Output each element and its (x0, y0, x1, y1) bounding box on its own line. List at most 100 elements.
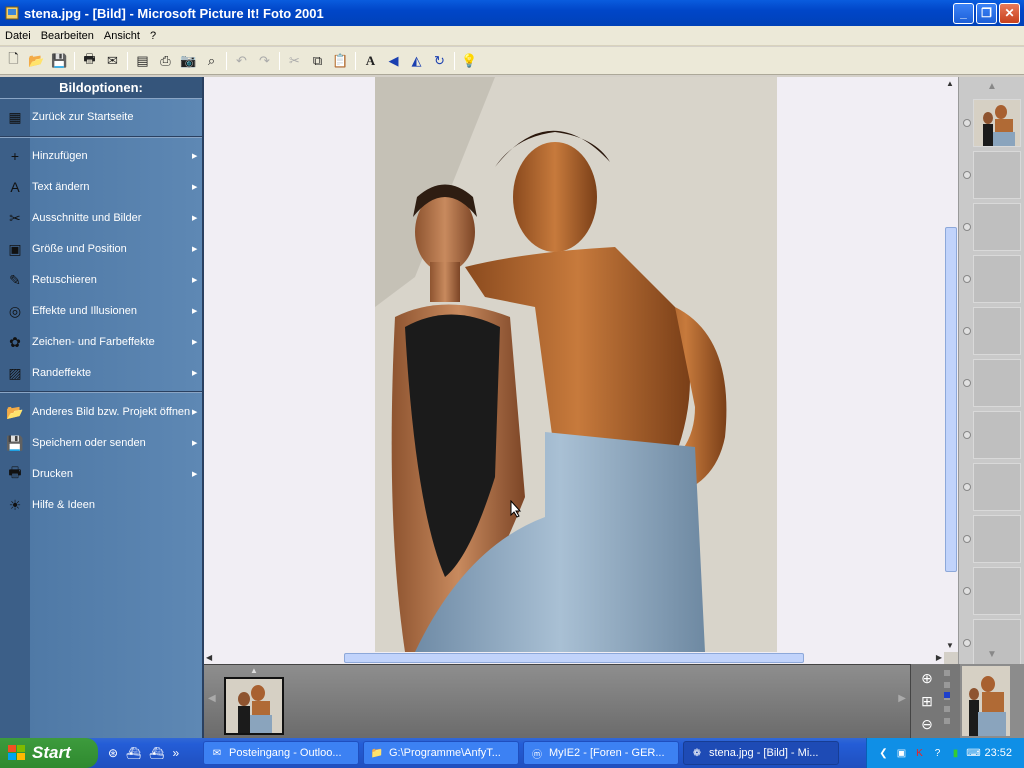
sidebar-item-drucken[interactable]: 🖶 Drucken ▶ (0, 461, 202, 487)
sidebar-item-speichern-oder-senden[interactable]: 💾 Speichern oder senden ▶ (0, 430, 202, 456)
zoom-in-icon[interactable]: ⊕ (914, 668, 940, 688)
redo-icon[interactable]: ↷ (253, 50, 276, 72)
vertical-scroll-thumb[interactable] (945, 227, 957, 572)
taskbar-button-3[interactable]: ⓜ MyIE2 - [Foren - GER... (523, 741, 679, 765)
tray-thumbnail[interactable] (973, 99, 1021, 147)
scroll-up-icon[interactable]: ▲ (946, 79, 954, 88)
undo-icon[interactable]: ↶ (230, 50, 253, 72)
quicklaunch-ship-icon[interactable]: ⛴ (126, 746, 141, 760)
taskbar-button-1[interactable]: ✉ Posteingang - Outloo... (203, 741, 359, 765)
tray-slot-radio[interactable] (963, 327, 971, 335)
tray-network-icon[interactable]: ▣ (894, 746, 908, 760)
start-button[interactable]: Start (0, 738, 98, 768)
filmstrip-thumbnail[interactable] (224, 677, 284, 735)
tray-antivirus-icon[interactable]: K (912, 746, 926, 760)
taskbar-button-4[interactable]: ❁ stena.jpg - [Bild] - Mi... (683, 741, 839, 765)
navigator-preview[interactable] (960, 664, 1024, 738)
tray-slot-radio[interactable] (963, 223, 971, 231)
film-right-icon[interactable]: ▶ (898, 693, 906, 704)
scroll-down-icon[interactable]: ▼ (946, 641, 954, 650)
taskbar-button-2[interactable]: 📁 G:\Programme\AnfyT... (363, 741, 519, 765)
sidebar-item-hilfe-ideen[interactable]: ☀ Hilfe & Ideen (0, 492, 202, 518)
photo-image[interactable] (375, 77, 777, 652)
sidebar-item-hinzufügen[interactable]: + Hinzufügen ▶ (0, 143, 202, 169)
tray-slot[interactable] (973, 151, 1021, 199)
tray-slot[interactable] (973, 359, 1021, 407)
minimize-button[interactable]: _ (953, 2, 974, 24)
tray-keyboard-icon[interactable]: ⌨ (966, 746, 980, 760)
menu-ansicht[interactable]: Ansicht (99, 30, 145, 42)
quicklaunch-app-icon[interactable]: ⊛ (108, 746, 118, 760)
tray-slot[interactable] (973, 619, 1021, 667)
tray-slot[interactable] (973, 307, 1021, 355)
idea-icon[interactable]: 💡 (458, 50, 481, 72)
windows-logo-icon (8, 745, 25, 760)
photo-icon[interactable]: ▤ (131, 50, 154, 72)
refresh-icon[interactable]: ↻ (428, 50, 451, 72)
tray-help-icon[interactable]: ? (930, 746, 944, 760)
close-button[interactable]: ✕ (999, 2, 1020, 24)
mail-icon[interactable]: ✉ (101, 50, 124, 72)
restore-button[interactable]: ❐ (976, 2, 997, 24)
tray-slot[interactable] (973, 255, 1021, 303)
flip-icon[interactable]: ◭ (405, 50, 428, 72)
cut-icon[interactable]: ✂ (283, 50, 306, 72)
sidebar-item-größe-und-position[interactable]: ▣ Größe und Position ▶ (0, 236, 202, 262)
zoom-out-icon[interactable]: ⊖ (914, 714, 940, 734)
tray-arrow-icon[interactable]: ❮ (876, 746, 890, 760)
quicklaunch-more-icon[interactable]: » (173, 746, 180, 760)
sidebar-item-effekte-und-illusionen[interactable]: ◎ Effekte und Illusionen ▶ (0, 298, 202, 324)
scanner-icon[interactable]: ⎙ (154, 50, 177, 72)
tray-slot[interactable] (973, 203, 1021, 251)
text-icon[interactable]: A (359, 50, 382, 72)
sidebar-item-text-ändern[interactable]: A Text ändern ▶ (0, 174, 202, 200)
scroll-left-icon[interactable]: ◀ (206, 653, 212, 662)
horizontal-scrollbar[interactable]: ◀ ▶ (204, 652, 944, 664)
menu-help[interactable]: ? (145, 30, 161, 42)
tray-slot-radio[interactable] (963, 639, 971, 647)
sidebar-item-zeichen-und-farbeffekte[interactable]: ✿ Zeichen- und Farbeffekte ▶ (0, 329, 202, 355)
tray-up-icon[interactable]: ▲ (987, 81, 997, 92)
open-icon[interactable]: 📂 (25, 50, 48, 72)
quicklaunch-ship2-icon[interactable]: ⛴ (149, 746, 164, 760)
print-icon[interactable]: 🖶 (78, 50, 101, 72)
save-icon[interactable]: 💾 (48, 50, 71, 72)
film-left-icon[interactable]: ◀ (208, 693, 216, 704)
sidebar-item-zurück-zur-startseite[interactable]: ▦ Zurück zur Startseite (0, 104, 202, 130)
camera-icon[interactable]: 📷 (177, 50, 200, 72)
sidebar-item-retuschieren[interactable]: ✎ Retuschieren ▶ (0, 267, 202, 293)
tray-slot-radio[interactable] (963, 535, 971, 543)
tray-down-icon[interactable]: ▼ (987, 649, 997, 660)
tray-chart-icon[interactable]: ▮ (948, 746, 962, 760)
tray-slot[interactable] (973, 463, 1021, 511)
tray-slot[interactable] (973, 567, 1021, 615)
acquire-icon[interactable]: ⌕ (200, 50, 223, 72)
tray-slot-radio[interactable] (963, 171, 971, 179)
zoom-slider-thumb[interactable] (944, 692, 950, 698)
menu-datei[interactable]: Datei (0, 30, 36, 42)
new-icon[interactable]: 🗋 (2, 50, 25, 72)
tray-slot[interactable] (973, 411, 1021, 459)
tray-slot[interactable] (973, 515, 1021, 563)
sidebar-item-anderes-bild-bzw-projekt-öffnen[interactable]: 📂 Anderes Bild bzw. Projekt öffnen ▶ (0, 399, 202, 425)
copy-icon[interactable]: ⧉ (306, 50, 329, 72)
vertical-scrollbar[interactable]: ▲ ▼ (944, 77, 958, 652)
app-icon[interactable] (4, 5, 20, 21)
sidebar-item-randeffekte[interactable]: ▨ Randeffekte ▶ (0, 360, 202, 386)
tray-slot-radio[interactable] (963, 483, 971, 491)
fit-to-window-icon[interactable]: ⊞ (914, 691, 940, 711)
scroll-right-icon[interactable]: ▶ (936, 653, 942, 662)
tray-slot-radio[interactable] (963, 275, 971, 283)
tray-slot-radio[interactable] (963, 119, 971, 127)
rotate-icon[interactable]: ◀ (382, 50, 405, 72)
sidebar-item-ausschnitte-und-bilder[interactable]: ✂ Ausschnitte und Bilder ▶ (0, 205, 202, 231)
tray-slot-radio[interactable] (963, 587, 971, 595)
sidebar-item-label: Drucken (32, 468, 73, 480)
paste-icon[interactable]: 📋 (329, 50, 352, 72)
menu-bearbeiten[interactable]: Bearbeiten (36, 30, 99, 42)
zoom-slider[interactable] (944, 670, 950, 730)
clock[interactable]: 23:52 (984, 747, 1012, 759)
tray-slot-radio[interactable] (963, 431, 971, 439)
horizontal-scroll-thumb[interactable] (344, 653, 804, 663)
tray-slot-radio[interactable] (963, 379, 971, 387)
